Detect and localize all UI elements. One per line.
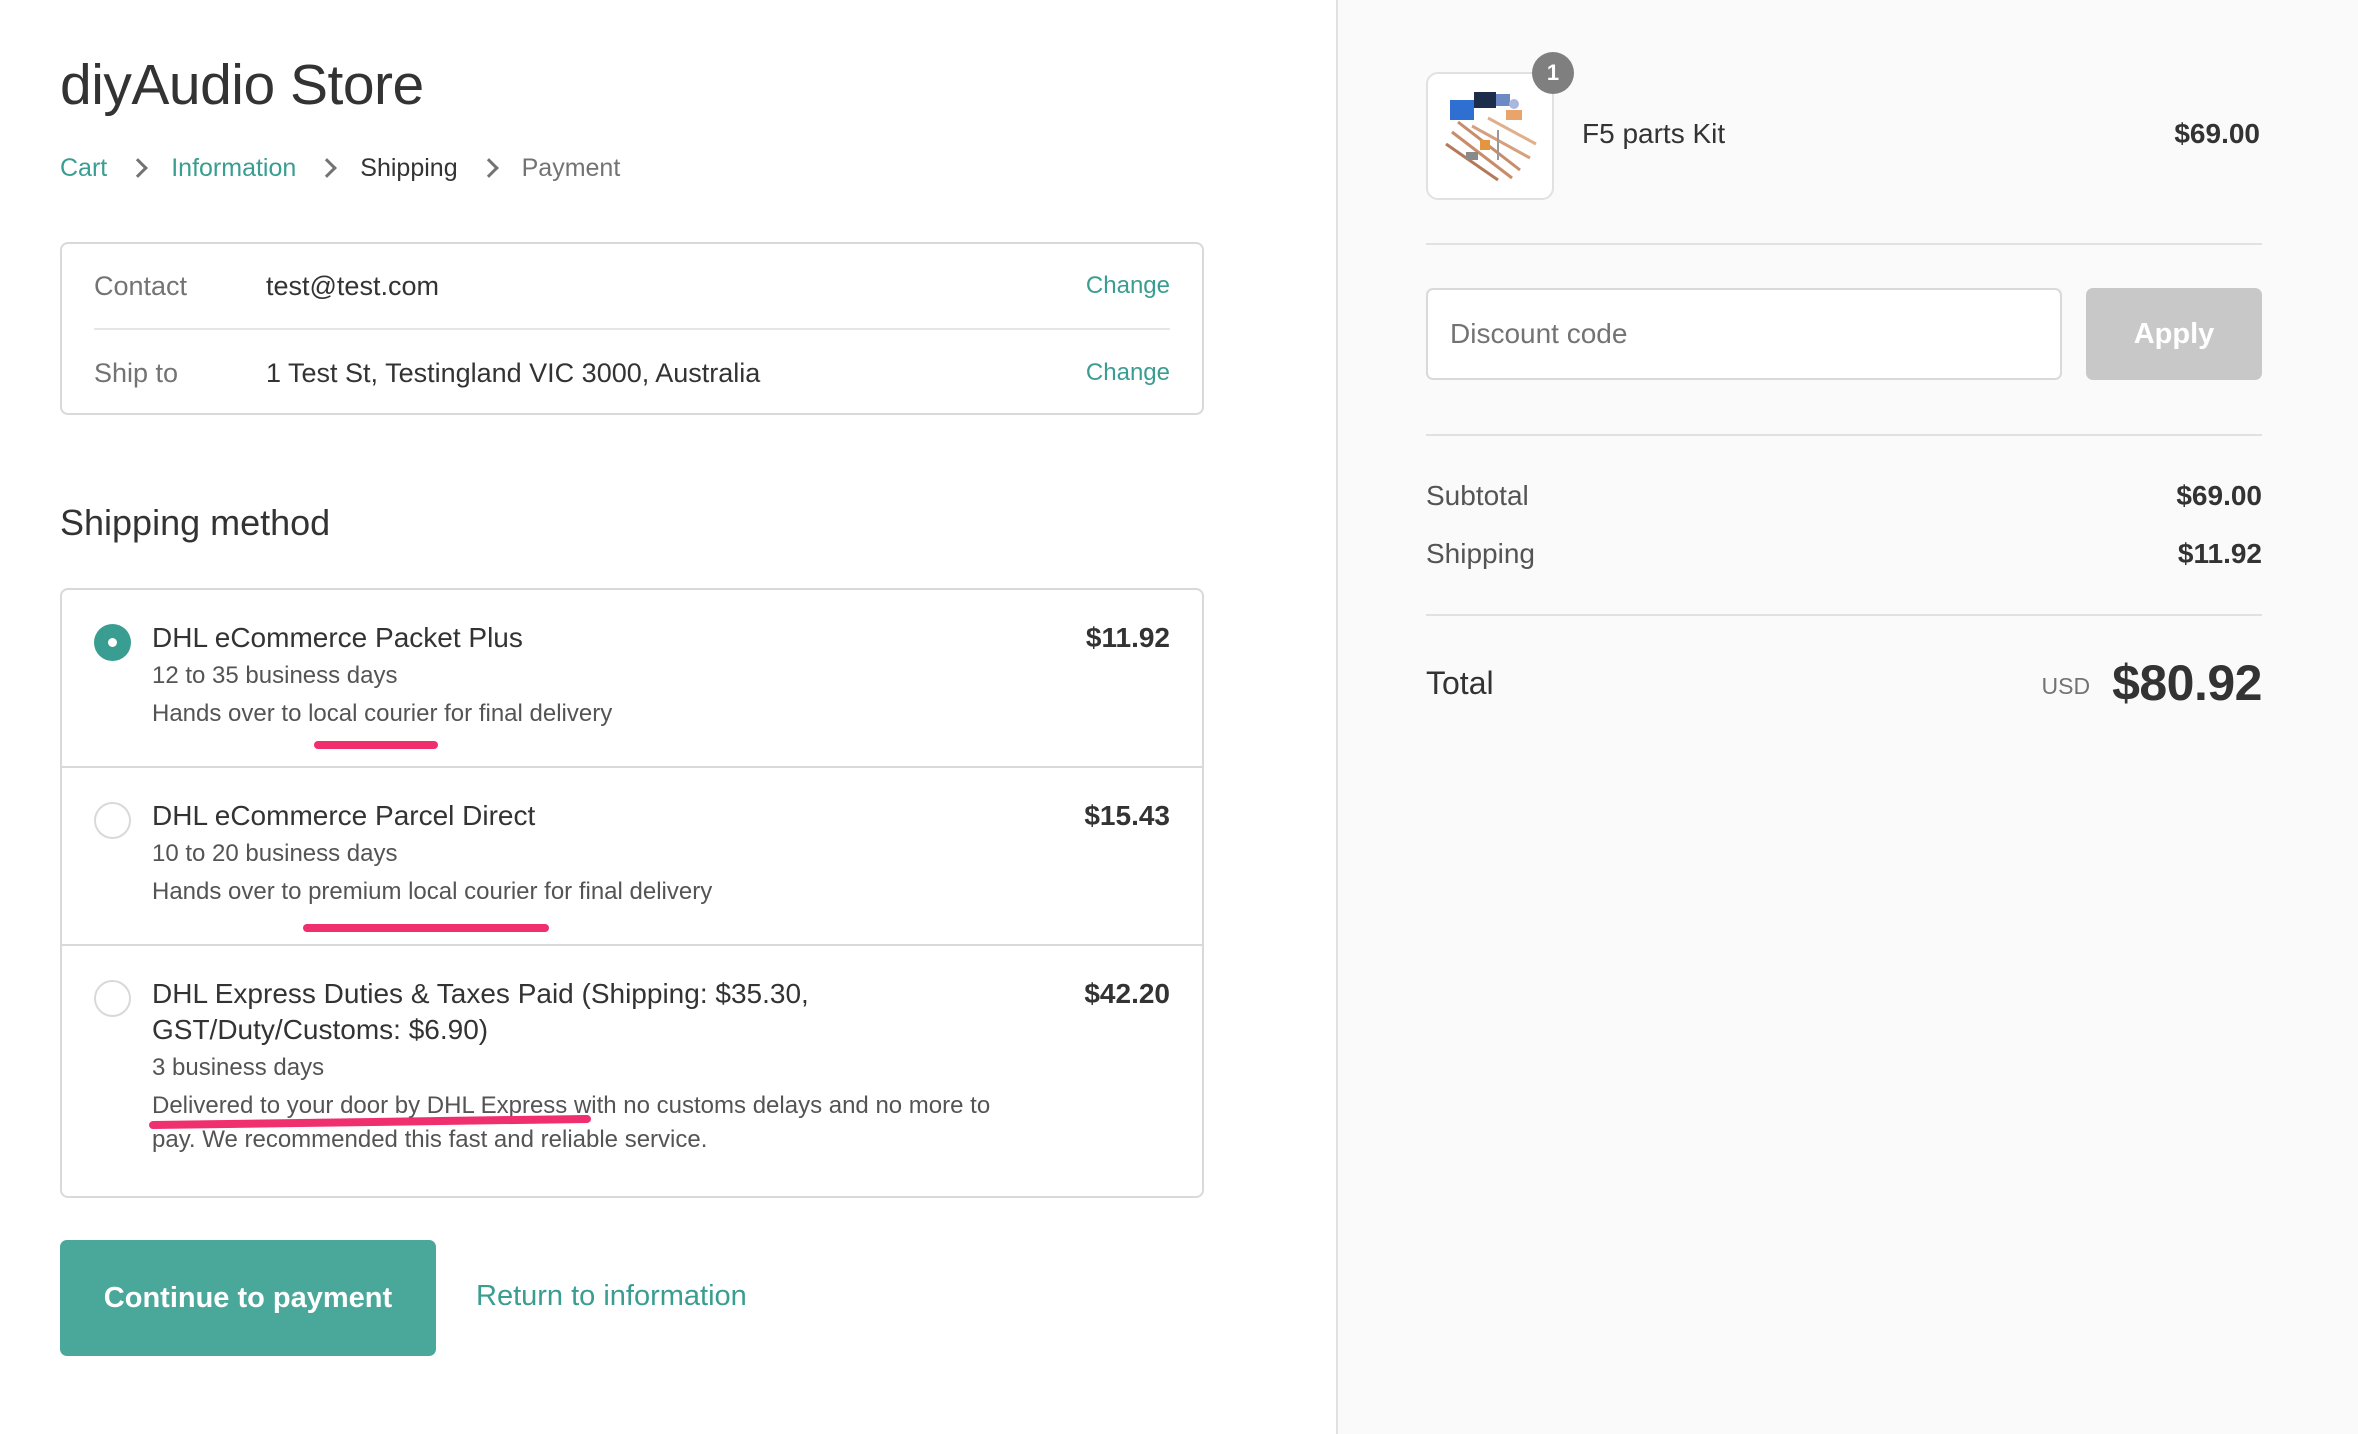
review-block: Contact test@test.com Change Ship to 1 T… (60, 242, 1204, 415)
ship-to-value: 1 Test St, Testingland VIC 3000, Austral… (266, 357, 761, 388)
apply-discount-button[interactable]: Apply (2086, 288, 2262, 380)
subtotal-label: Subtotal (1426, 480, 1529, 511)
annotation-underline (303, 924, 549, 932)
shipping-option-express[interactable]: DHL Express Duties & Taxes Paid (Shippin… (62, 946, 1202, 1196)
shipping-row: Shipping $11.92 (1426, 534, 2262, 574)
shipping-option-text: DHL eCommerce Packet Plus 12 to 35 busin… (152, 620, 1072, 733)
shipping-method-heading: Shipping method (60, 502, 331, 543)
breadcrumb-shipping: Shipping (360, 153, 458, 182)
subtotal-value: $69.00 (2176, 480, 2262, 511)
shipping-option-name: DHL eCommerce Parcel Direct (152, 800, 536, 831)
parts-kit-image (1445, 92, 1537, 182)
product-name: F5 parts Kit (1582, 118, 1726, 149)
ship-to-label: Ship to (94, 357, 179, 388)
shipping-option-price: $11.92 (1085, 622, 1170, 653)
review-contact-row: Contact test@test.com Change (94, 244, 1170, 330)
order-summary: 1 F5 parts Kit $69.00 Apply Subtotal $69… (1336, 0, 2358, 1434)
breadcrumb: Cart Information Shipping Payment (60, 150, 620, 186)
shipping-option-description: Hands over to local courier for final de… (152, 700, 613, 727)
change-contact-link[interactable]: Change (1086, 272, 1170, 300)
main-column: diyAudio Store Cart Information Shipping… (0, 0, 1336, 1434)
store-title[interactable]: diyAudio Store (60, 52, 424, 118)
shipping-option-price: $42.20 (1084, 978, 1170, 1009)
review-ship-to-row: Ship to 1 Test St, Testingland VIC 3000,… (94, 330, 1170, 416)
product-price: $69.00 (2174, 118, 2260, 149)
product-thumbnail: 1 (1426, 52, 1574, 200)
total-row: Total USD $80.92 (1426, 648, 2262, 718)
continue-to-payment-button[interactable]: Continue to payment (60, 1240, 436, 1356)
total-label: Total (1426, 664, 1494, 701)
shipping-value: $11.92 (2177, 538, 2262, 569)
shipping-option-duration: 12 to 35 business days (152, 662, 398, 689)
breadcrumb-cart[interactable]: Cart (60, 154, 107, 183)
shipping-option-parcel-direct[interactable]: DHL eCommerce Parcel Direct 10 to 20 bus… (62, 768, 1202, 946)
shipping-methods-list: DHL eCommerce Packet Plus 12 to 35 busin… (60, 588, 1204, 1198)
shipping-option-description: Hands over to premium local courier for … (152, 878, 713, 905)
divider (1426, 243, 2262, 245)
shipping-label: Shipping (1426, 538, 1535, 569)
shipping-option-name: DHL eCommerce Packet Plus (152, 622, 523, 653)
shipping-option-duration: 3 business days (152, 1054, 325, 1081)
radio-button[interactable] (94, 980, 131, 1017)
annotation-underline (314, 741, 438, 749)
contact-value: test@test.com (266, 270, 439, 301)
shipping-option-name-line2: GST/Duty/Customs: $6.90) (152, 1014, 489, 1045)
return-to-information-link[interactable]: Return to information (476, 1280, 747, 1313)
shipping-option-text: DHL eCommerce Parcel Direct 10 to 20 bus… (152, 798, 1072, 911)
total-currency: USD (2041, 672, 2091, 699)
divider (1426, 614, 2262, 616)
quantity-badge: 1 (1532, 52, 1574, 94)
chevron-right-icon (317, 158, 338, 178)
shipping-option-name: DHL Express Duties & Taxes Paid (Shippin… (152, 978, 809, 1009)
shipping-option-text: DHL Express Duties & Taxes Paid (Shippin… (152, 976, 1072, 1159)
radio-button[interactable] (94, 802, 131, 839)
discount-code-input[interactable] (1426, 288, 2062, 380)
change-ship-to-link[interactable]: Change (1086, 359, 1170, 387)
breadcrumb-payment: Payment (521, 153, 621, 182)
shipping-option-duration: 10 to 20 business days (152, 840, 398, 867)
divider (1426, 434, 2262, 436)
total-value: $80.92 (2112, 655, 2262, 711)
shipping-option-packet-plus[interactable]: DHL eCommerce Packet Plus 12 to 35 busin… (62, 590, 1202, 768)
contact-label: Contact (94, 270, 188, 301)
shipping-option-price: $15.43 (1084, 800, 1170, 831)
subtotal-row: Subtotal $69.00 (1426, 476, 2262, 516)
radio-button-selected[interactable] (94, 624, 131, 661)
chevron-right-icon (128, 158, 149, 178)
checkout-page: diyAudio Store Cart Information Shipping… (0, 0, 2358, 1434)
breadcrumb-information[interactable]: Information (171, 154, 296, 183)
chevron-right-icon (478, 158, 499, 178)
